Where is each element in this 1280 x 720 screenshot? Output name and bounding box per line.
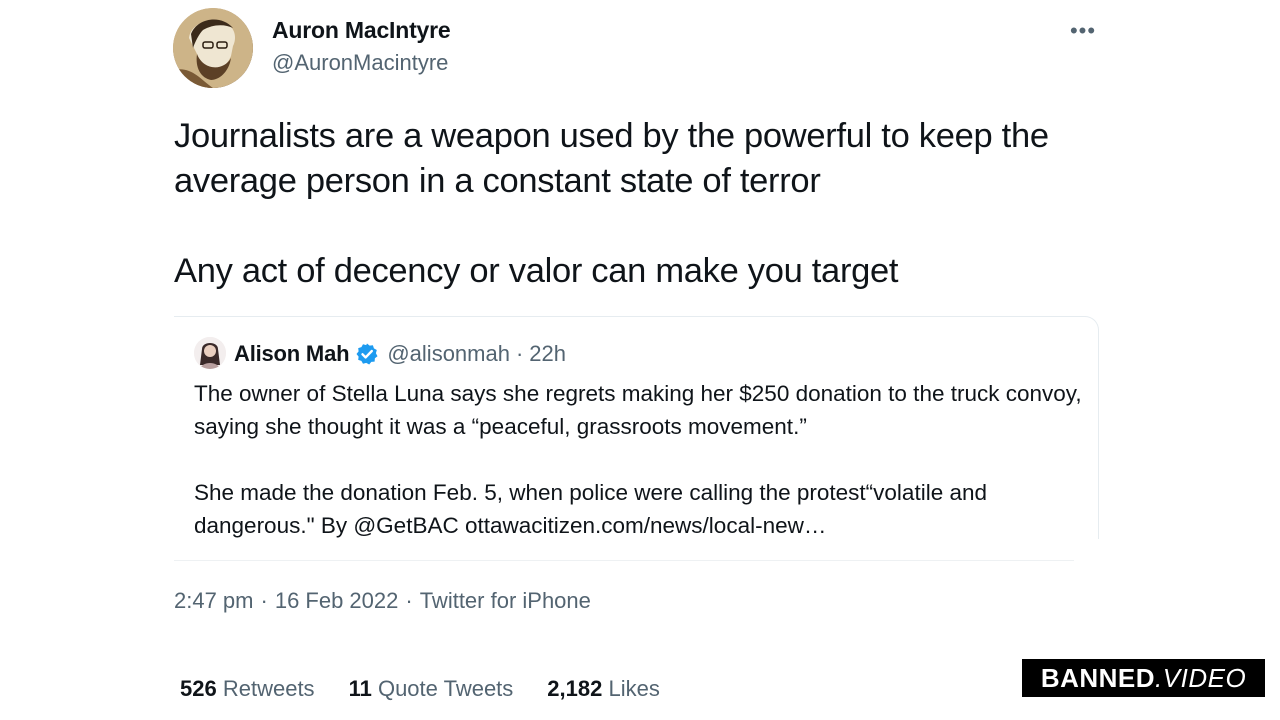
user-avatar-icon (173, 8, 253, 88)
banned-video-watermark: BANNED .VIDEO (1022, 659, 1265, 697)
stat-label: Retweets (222, 676, 315, 701)
author-name[interactable]: Auron MacIntyre (272, 17, 451, 44)
more-horizontal-icon: ••• (1069, 18, 1097, 43)
stat-quote-tweets[interactable]: 11 Quote Tweets (349, 676, 514, 702)
tweet-stats: 526 Retweets 11 Quote Tweets 2,182 Likes (180, 676, 694, 702)
stat-count: 11 (348, 676, 372, 701)
tweet-meta: 2:47 pm · 16 Feb 2022 · Twitter for iPhone (174, 588, 591, 614)
verified-badge-icon (356, 343, 378, 365)
author-avatar[interactable] (173, 8, 253, 88)
quoted-tweet-text: The owner of Stella Luna says she regret… (194, 377, 1084, 542)
user-avatar-icon (194, 337, 226, 369)
watermark-text-bold: BANNED (1040, 662, 1156, 693)
tweet-text: Journalists are a weapon used by the pow… (174, 114, 1114, 294)
stat-count: 526 (180, 676, 217, 701)
divider (174, 560, 1074, 561)
more-options-button[interactable]: ••• (1068, 16, 1098, 46)
quoted-text-paragraph: The owner of Stella Luna says she regret… (194, 381, 1082, 439)
quoted-text-paragraph: She made the donation Feb. 5, when polic… (194, 480, 987, 538)
separator-dot: · (260, 588, 268, 613)
quoted-tweet-card[interactable]: Alison Mah @alisonmah · 22h The owner of… (174, 316, 1099, 539)
stat-label: Quote Tweets (377, 676, 514, 701)
stat-likes[interactable]: 2,182 Likes (547, 676, 660, 702)
tweet-source[interactable]: Twitter for iPhone (420, 588, 591, 613)
tweet-text-line: Journalists are a weapon used by the pow… (174, 117, 1049, 200)
quoted-author-handle[interactable]: @alisonmah (387, 341, 510, 367)
author-handle[interactable]: @AuronMacintyre (272, 50, 448, 76)
quoted-tweet-time[interactable]: 22h (529, 341, 566, 367)
stat-retweets[interactable]: 526 Retweets (180, 676, 315, 702)
quoted-author-avatar (194, 337, 226, 369)
tweet-text-line: Any act of decency or valor can make you… (174, 252, 899, 290)
quoted-author-name[interactable]: Alison Mah (234, 341, 350, 367)
quoted-tweet-header: Alison Mah @alisonmah · 22h (234, 341, 566, 367)
separator-dot: · (405, 588, 413, 613)
separator-dot: · (515, 341, 524, 366)
tweet-time[interactable]: 2:47 pm (174, 588, 254, 613)
stat-count: 2,182 (547, 676, 603, 701)
tweet-date[interactable]: 16 Feb 2022 (275, 588, 399, 613)
stat-label: Likes (608, 676, 660, 701)
watermark-text-italic: .VIDEO (1155, 662, 1247, 693)
